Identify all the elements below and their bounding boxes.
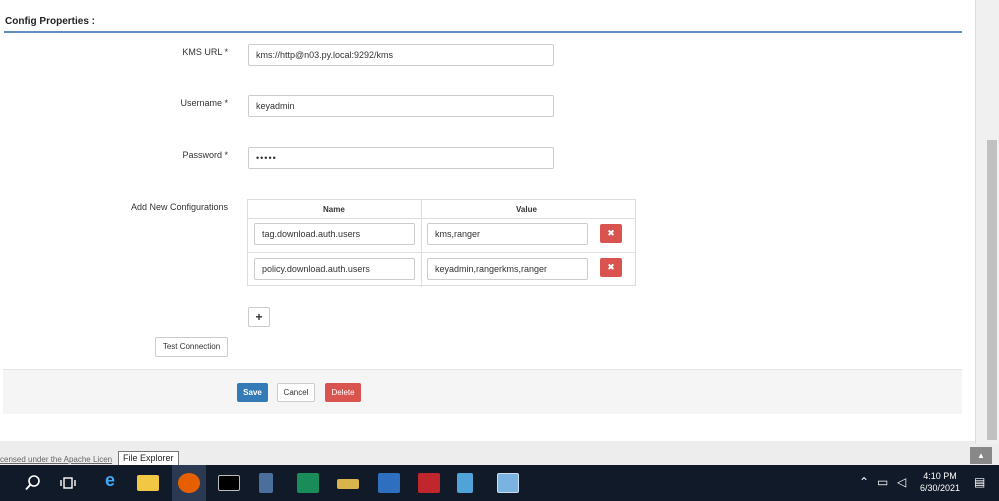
section-title: Config Properties :	[5, 16, 96, 27]
notifications-icon[interactable]: ▤	[974, 475, 985, 489]
test-connection-button[interactable]: Test Connection	[155, 337, 228, 357]
form-actions-bar	[3, 369, 962, 414]
table-column-divider	[421, 200, 422, 287]
internet-explorer-icon[interactable]: e	[99, 470, 121, 491]
folder-icon[interactable]	[337, 479, 359, 489]
username-label: Username *	[180, 98, 228, 108]
clock-date: 6/30/2021	[919, 483, 961, 493]
config-row-value-input[interactable]	[427, 223, 588, 245]
kms-url-input[interactable]	[248, 44, 554, 66]
remove-row-button[interactable]: ✖	[600, 224, 622, 243]
task-view-icon[interactable]	[60, 475, 76, 491]
file-explorer-icon[interactable]	[137, 475, 159, 491]
hdp-icon[interactable]	[297, 473, 319, 493]
network-icon[interactable]	[259, 473, 273, 493]
table-header-value: Value	[516, 205, 537, 214]
table-row-divider	[248, 218, 635, 219]
scrollbar-thumb[interactable]	[987, 140, 997, 440]
notepad-icon[interactable]	[457, 473, 473, 493]
password-label: Password *	[182, 150, 228, 160]
search-icon[interactable]	[25, 475, 41, 491]
remove-row-button[interactable]: ✖	[600, 258, 622, 277]
clock-time: 4:10 PM	[923, 471, 957, 481]
taskbar-clock[interactable]: 4:10 PM 6/30/2021	[916, 470, 964, 494]
table-row-divider	[248, 252, 635, 253]
config-row-name-input[interactable]	[254, 223, 415, 245]
show-hidden-icons-icon[interactable]: ⌃	[859, 475, 869, 489]
config-row-name-input[interactable]	[254, 258, 415, 280]
volume-muted-icon[interactable]: ◁	[897, 475, 906, 489]
firefox-icon[interactable]	[178, 473, 200, 493]
kms-url-label: KMS URL *	[182, 47, 228, 57]
cancel-button[interactable]: Cancel	[277, 383, 315, 402]
table-header-name: Name	[323, 205, 345, 214]
remote-desktop-icon[interactable]	[497, 473, 519, 493]
server-icon[interactable]	[378, 473, 400, 493]
license-link[interactable]: censed under the Apache Licen	[0, 455, 112, 464]
scroll-to-top-button[interactable]: ▲	[970, 447, 992, 464]
password-input[interactable]	[248, 147, 554, 169]
add-new-configurations-label: Add New Configurations	[130, 202, 228, 212]
section-divider	[4, 31, 962, 33]
network-status-icon[interactable]: ▭	[877, 475, 888, 489]
save-button[interactable]: Save	[237, 383, 268, 402]
media-icon[interactable]	[418, 473, 440, 493]
username-input[interactable]	[248, 95, 554, 117]
config-row-value-input[interactable]	[427, 258, 588, 280]
add-config-row-button[interactable]: +	[248, 307, 270, 327]
terminal-icon[interactable]	[218, 475, 240, 491]
windows-taskbar: e ⌃ ▭ ◁ 4:10 PM 6/30/2021 ▤	[0, 465, 999, 501]
delete-button[interactable]: Delete	[325, 383, 361, 402]
tooltip: File Explorer	[118, 451, 179, 466]
